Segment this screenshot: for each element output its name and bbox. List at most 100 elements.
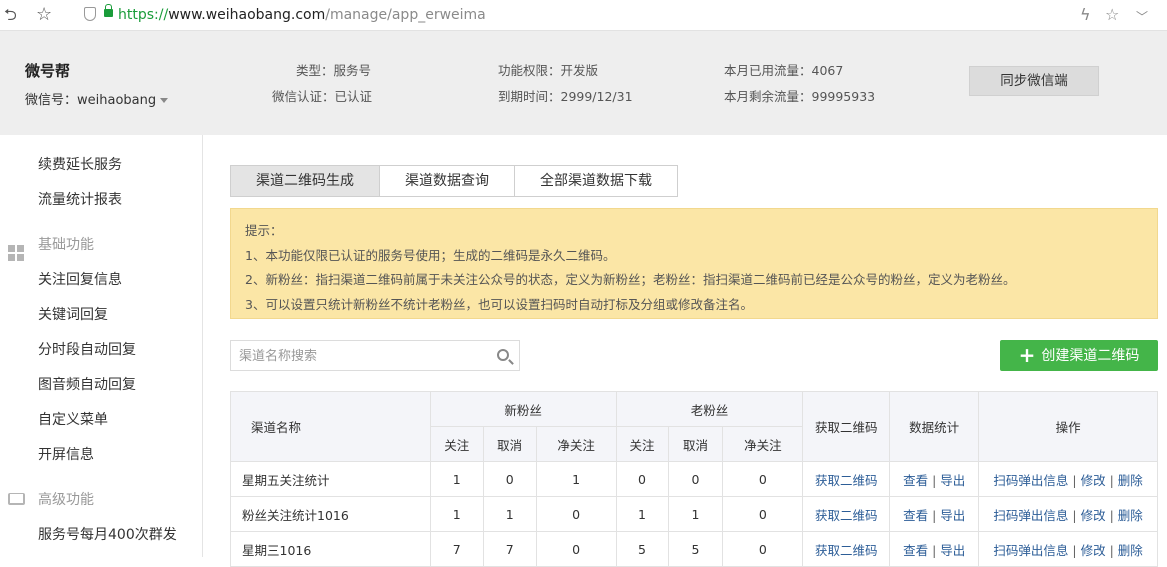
sync-wechat-button[interactable]: 同步微信端 xyxy=(969,66,1099,96)
cell-ops: 扫码弹出信息 | 修改 | 删除 xyxy=(978,531,1158,567)
cell-old-net: 0 xyxy=(722,496,804,532)
separator: | xyxy=(932,542,937,558)
popup-info-link[interactable]: 扫码弹出信息 xyxy=(993,508,1068,523)
get-qr-link[interactable]: 获取二维码 xyxy=(815,473,878,488)
account-type: 类型：服务号 xyxy=(296,63,372,78)
export-link[interactable]: 导出 xyxy=(940,543,965,558)
notice-line: 3、可以设置只统计新粉丝不统计老粉丝，也可以设置扫码时自动打标及分组或修改备注名… xyxy=(245,296,753,312)
account-switcher[interactable]: 微信号：weihaobang xyxy=(25,89,169,108)
cell-new-net: 0 xyxy=(535,531,617,567)
delete-link[interactable]: 删除 xyxy=(1118,508,1143,523)
notice-title: 提示： xyxy=(245,223,283,238)
grid-icon xyxy=(8,245,24,261)
cell-stats: 查看 | 导出 xyxy=(889,531,980,567)
sidebar-item-media-reply[interactable]: 图音频自动回复 xyxy=(38,374,136,394)
separator: | xyxy=(932,507,937,523)
separator: | xyxy=(1109,472,1114,488)
expiry-date: 到期时间：2999/12/31 xyxy=(498,89,633,104)
edit-link[interactable]: 修改 xyxy=(1081,543,1106,558)
sidebar-item-renew[interactable]: 续费延长服务 xyxy=(38,154,122,174)
notice-line: 1、本功能仅限已认证的服务号使用；生成的二维码是永久二维码。 xyxy=(245,247,616,263)
sidebar-item-custom-menu[interactable]: 自定义菜单 xyxy=(38,409,108,429)
get-qr-link[interactable]: 获取二维码 xyxy=(815,543,878,558)
url-path: /manage/app_erweima xyxy=(325,7,486,23)
header-cancel: 取消 xyxy=(667,426,724,462)
url-scheme: https:// xyxy=(118,7,169,23)
sidebar-item-mass-send[interactable]: 服务号每月400次群发 xyxy=(38,524,177,544)
header-net: 净关注 xyxy=(535,426,617,462)
caret-down-icon xyxy=(160,98,169,103)
sidebar-item-timed-reply[interactable]: 分时段自动回复 xyxy=(38,339,136,359)
popup-info-link[interactable]: 扫码弹出信息 xyxy=(993,543,1068,558)
edit-link[interactable]: 修改 xyxy=(1081,473,1106,488)
separator: | xyxy=(1072,507,1077,523)
export-link[interactable]: 导出 xyxy=(940,508,965,523)
sidebar: 续费延长服务 流量统计报表 基础功能 关注回复信息 关键词回复 分时段自动回复 … xyxy=(0,135,203,557)
cell-old-follow: 1 xyxy=(615,496,669,532)
search-icon[interactable] xyxy=(497,349,509,361)
separator: | xyxy=(1109,507,1114,523)
favorite-star-icon[interactable]: ☆ xyxy=(1105,6,1119,24)
cell-old-net: 0 xyxy=(722,461,804,497)
remaining-traffic: 本月剩余流量：99995933 xyxy=(724,89,876,104)
cell-new-net: 1 xyxy=(535,461,617,497)
edit-link[interactable]: 修改 xyxy=(1081,508,1106,523)
get-qr-link[interactable]: 获取二维码 xyxy=(815,508,878,523)
sidebar-item-follow-reply[interactable]: 关注回复信息 xyxy=(38,269,122,289)
cell-new-cancel: 1 xyxy=(482,496,537,532)
cell-stats: 查看 | 导出 xyxy=(889,496,980,532)
view-link[interactable]: 查看 xyxy=(903,473,928,488)
header-follow: 关注 xyxy=(615,426,669,462)
popup-info-link[interactable]: 扫码弹出信息 xyxy=(993,473,1068,488)
table-row: 星期五关注统计 1 0 1 0 0 0 获取二维码 查看 | 导出 扫码弹出信息 | 修… xyxy=(230,461,1158,497)
search-input[interactable] xyxy=(239,347,489,365)
cell-old-cancel: 0 xyxy=(667,461,724,497)
export-link[interactable]: 导出 xyxy=(940,473,965,488)
address-bar[interactable]: https://www.weihaobang.com/manage/app_er… xyxy=(118,6,486,24)
sidebar-group-label: 基础功能 xyxy=(38,237,94,253)
cell-get-qr: 获取二维码 xyxy=(802,496,891,532)
used-traffic: 本月已用流量：4067 xyxy=(724,63,844,78)
cell-new-cancel: 0 xyxy=(482,461,537,497)
bookmark-star-icon[interactable]: ☆ xyxy=(36,6,52,24)
account-name: 微号帮 xyxy=(25,62,71,80)
url-host: www.weihaobang.com xyxy=(168,7,326,23)
cell-old-cancel: 5 xyxy=(667,531,724,567)
delete-link[interactable]: 删除 xyxy=(1118,543,1143,558)
table-row: 星期三1016 7 7 0 5 5 0 获取二维码 查看 | 导出 扫码弹出信息 | 修… xyxy=(230,531,1158,567)
wechat-id: 微信号：weihaobang xyxy=(25,93,157,108)
permission-level: 功能权限：开发版 xyxy=(498,63,599,78)
sidebar-group-basic: 基础功能 xyxy=(8,234,94,261)
separator: | xyxy=(1109,542,1114,558)
header-stats: 数据统计 xyxy=(889,391,980,462)
chevron-down-icon[interactable]: ﹀ xyxy=(1136,8,1148,26)
lightning-icon[interactable]: ϟ xyxy=(1080,6,1091,24)
header-follow: 关注 xyxy=(429,426,484,462)
view-link[interactable]: 查看 xyxy=(903,543,928,558)
cell-ops: 扫码弹出信息 | 修改 | 删除 xyxy=(978,496,1158,532)
separator: | xyxy=(1072,542,1077,558)
header-ops: 操作 xyxy=(978,391,1158,462)
sidebar-item-keyword-reply[interactable]: 关键词回复 xyxy=(38,304,108,324)
lock-icon xyxy=(104,4,113,17)
sidebar-item-splash-info[interactable]: 开屏信息 xyxy=(38,444,94,464)
tab-data-query[interactable]: 渠道数据查询 xyxy=(379,165,515,197)
cell-old-net: 0 xyxy=(722,531,804,567)
cell-stats: 查看 | 导出 xyxy=(889,461,980,497)
sidebar-item-traffic-report[interactable]: 流量统计报表 xyxy=(38,189,122,209)
cell-channel-name: 星期三1016 xyxy=(230,531,431,567)
header-new-fans: 新粉丝 xyxy=(429,391,617,427)
tab-qr-generate[interactable]: 渠道二维码生成 xyxy=(230,165,380,197)
view-link[interactable]: 查看 xyxy=(903,508,928,523)
table-row: 粉丝关注统计1016 1 1 0 1 1 0 获取二维码 查看 | 导出 扫码弹出信… xyxy=(230,496,1158,532)
tab-download-all[interactable]: 全部渠道数据下载 xyxy=(514,165,678,197)
notice-line: 2、新粉丝：指扫渠道二维码前属于未关注公众号的状态，定义为新粉丝；老粉丝：指扫渠… xyxy=(245,272,1016,287)
create-channel-qr-button[interactable]: + 创建渠道二维码 xyxy=(1000,340,1158,371)
cell-old-follow: 5 xyxy=(615,531,669,567)
separator: | xyxy=(932,472,937,488)
account-header: 微号帮 微信号：weihaobang 类型：服务号 微信认证：已认证 功能权限：… xyxy=(0,31,1167,135)
delete-link[interactable]: 删除 xyxy=(1118,473,1143,488)
back-icon[interactable]: ⮌ xyxy=(4,6,17,24)
sidebar-group-label: 高级功能 xyxy=(38,492,94,508)
cell-new-cancel: 7 xyxy=(482,531,537,567)
